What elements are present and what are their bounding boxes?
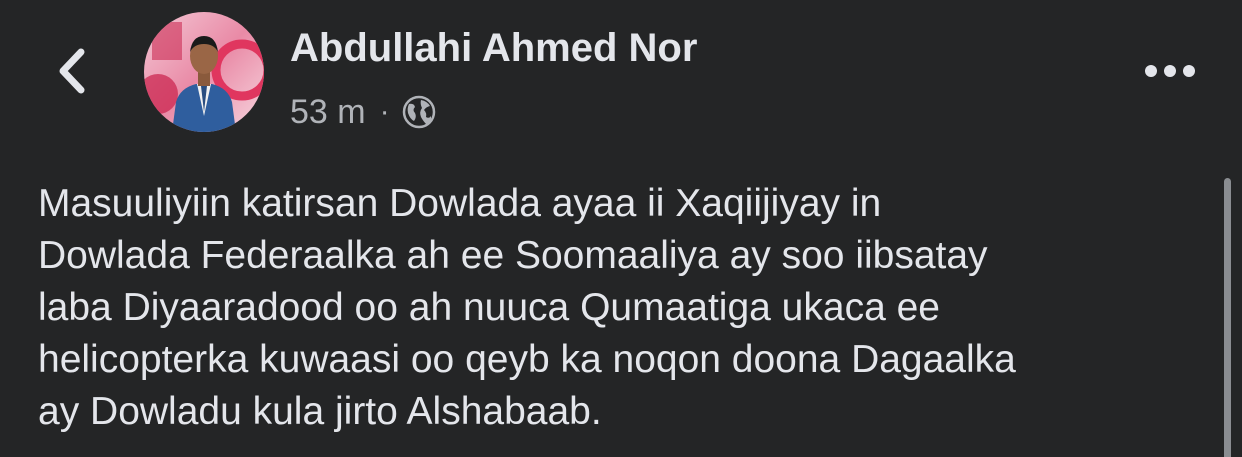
scrollbar[interactable]	[1224, 178, 1231, 457]
avatar-photo	[144, 12, 264, 132]
chevron-left-icon	[59, 48, 85, 94]
author-avatar[interactable]	[144, 12, 264, 132]
post-text-line: helicopterka kuwaasi oo qeyb ka noqon do…	[38, 338, 1016, 381]
post-timestamp[interactable]: 53 m	[290, 93, 366, 132]
post-meta: 53 m ·	[290, 90, 436, 134]
more-horizontal-icon	[1145, 65, 1195, 77]
post-text-line: ay Dowladu kula jirto Alshabaab.	[38, 390, 602, 433]
post-text: Masuuliyiin katirsan Dowlada ayaa ii Xaq…	[38, 178, 1208, 438]
globe-icon[interactable]	[402, 95, 436, 129]
post-text-line: Masuuliyiin katirsan Dowlada ayaa ii Xaq…	[38, 182, 882, 225]
author-name[interactable]: Abdullahi Ahmed Nor	[290, 26, 697, 71]
more-options-button[interactable]	[1138, 48, 1202, 94]
post-text-line: Dowlada Federaalka ah ee Soomaaliya ay s…	[38, 234, 988, 277]
back-button[interactable]	[40, 40, 102, 102]
meta-separator: ·	[379, 95, 390, 128]
post-text-line: laba Diyaaradood oo ah nuuca Qumaatiga u…	[38, 286, 940, 329]
